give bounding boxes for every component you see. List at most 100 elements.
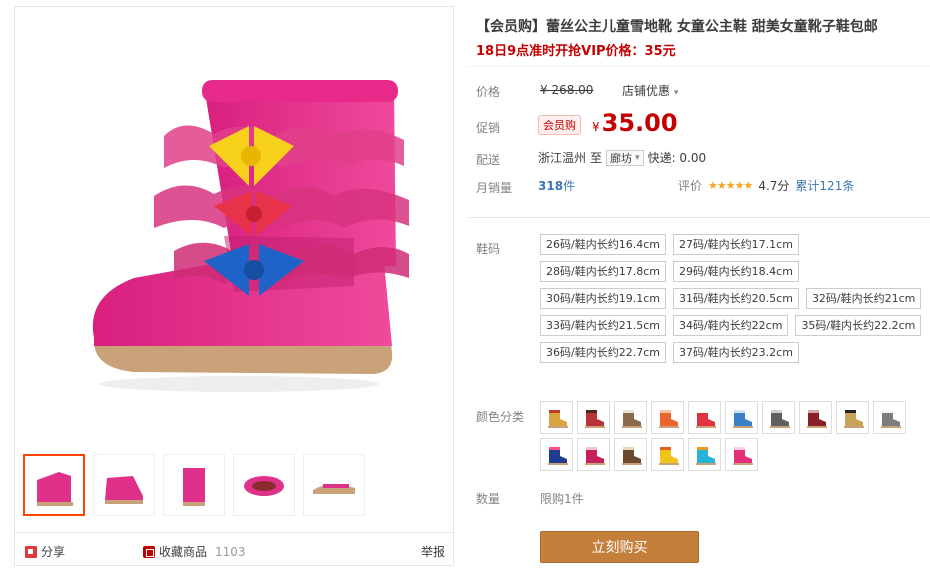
sales-label: 月销量 <box>476 181 513 195</box>
size-option[interactable]: 34码/鞋内长约22cm <box>672 315 789 336</box>
promo-label: 促销 <box>476 121 501 135</box>
buy-now-button[interactable]: 立刻购买 <box>540 531 699 563</box>
city-value: 廊坊 <box>610 151 633 165</box>
boot-swatch-icon <box>658 409 679 428</box>
size-option[interactable]: 27码/鞋内长约17.1cm <box>672 234 799 255</box>
promo-currency: ¥ <box>592 120 600 134</box>
boot-swatch-icon <box>695 446 716 465</box>
thumbnail-5[interactable] <box>303 454 365 516</box>
boot-swatch-icon <box>621 446 642 465</box>
thumbnail-1[interactable] <box>23 454 85 516</box>
main-product-image[interactable] <box>15 7 453 445</box>
product-subtitle: 18日9点准时开抢VIP价格：35元 <box>476 44 676 59</box>
color-label: 颜色分类 <box>476 410 525 424</box>
city-select[interactable]: 廊坊 ▾ <box>606 149 644 166</box>
color-swatch[interactable] <box>577 438 610 471</box>
boot-swatch-icon <box>880 409 901 428</box>
thumbnail-strip <box>23 454 365 516</box>
color-swatch[interactable] <box>651 438 684 471</box>
share-label: 分享 <box>41 545 66 559</box>
boot-swatch-icon <box>658 446 679 465</box>
chevron-down-icon: ▾ <box>673 88 679 98</box>
price-box: 价格 ¥ 268.00 店铺优惠 ▾ 促销 会员购 ¥35.00 配送 浙江温州… <box>468 66 930 218</box>
product-gallery: 分享 收藏商品 1103 举报 <box>14 6 454 566</box>
color-swatch[interactable] <box>873 401 906 434</box>
color-swatch[interactable] <box>688 401 721 434</box>
size-option[interactable]: 30码/鞋内长约19.1cm <box>540 288 666 309</box>
sales-number: 318 <box>538 179 564 193</box>
color-swatch[interactable] <box>614 438 647 471</box>
pink-boot-image <box>92 80 409 392</box>
boot-swatch-icon <box>584 409 605 428</box>
favorite-icon <box>143 545 155 558</box>
color-swatch[interactable] <box>725 401 758 434</box>
thumbnail-4[interactable] <box>233 454 295 516</box>
share-button[interactable]: 分享 <box>25 543 65 560</box>
product-title: 【会员购】蕾丝公主儿童雪地靴 女童公主鞋 甜美女童靴子鞋包邮 <box>476 19 878 35</box>
color-swatch[interactable] <box>836 401 869 434</box>
color-swatch[interactable] <box>577 401 610 434</box>
thumbnail-3[interactable] <box>163 454 225 516</box>
color-swatch[interactable] <box>725 438 758 471</box>
share-icon <box>25 545 37 558</box>
boot-swatch-icon <box>732 409 753 428</box>
boot-swatch-icon <box>584 446 605 465</box>
size-option[interactable]: 33码/鞋内长约21.5cm <box>540 315 666 336</box>
member-badge: 会员购 <box>538 115 581 135</box>
size-option[interactable]: 26码/鞋内长约16.4cm <box>540 234 666 255</box>
color-swatch[interactable] <box>799 401 832 434</box>
color-options <box>540 401 930 471</box>
size-option[interactable]: 31码/鞋内长约20.5cm <box>672 288 799 309</box>
report-label: 举报 <box>421 545 446 559</box>
shipping-label: 配送 <box>476 153 501 167</box>
boot-swatch-icon <box>769 409 790 428</box>
boot-swatch-icon <box>621 409 642 428</box>
size-option[interactable]: 36码/鞋内长约22.7cm <box>540 342 666 363</box>
size-option[interactable]: 32码/鞋内长约21cm <box>805 288 922 309</box>
boot-swatch-icon <box>547 409 568 428</box>
chevron-down-icon: ▾ <box>635 152 640 163</box>
boot-swatch-icon <box>547 446 568 465</box>
quantity-limit: 限购1件 <box>540 492 584 506</box>
boot-swatch-icon <box>843 409 864 428</box>
quantity-label: 数量 <box>476 492 501 506</box>
boot-thumb-icon <box>105 476 143 504</box>
promo-price-value: 35.00 <box>601 109 678 137</box>
sales-unit: 件 <box>563 179 576 193</box>
size-label: 鞋码 <box>476 242 501 256</box>
color-swatch[interactable] <box>762 401 795 434</box>
rating-stars-icon: ★★★★★ <box>708 179 753 192</box>
product-info-panel: 【会员购】蕾丝公主儿童雪地靴 女童公主鞋 甜美女童靴子鞋包邮 18日9点准时开抢… <box>468 0 930 571</box>
size-option[interactable]: 29码/鞋内长约18.4cm <box>672 261 799 282</box>
color-swatch[interactable] <box>540 438 573 471</box>
thumbnail-2[interactable] <box>93 454 155 516</box>
rating-info: 评价 ★★★★★ 4.7分 累计121条 <box>678 177 854 194</box>
boot-swatch-icon <box>695 409 716 428</box>
report-link[interactable]: 举报 <box>421 543 445 560</box>
favorite-count: 1103 <box>215 544 246 559</box>
sales-count: 318件 <box>538 177 575 194</box>
express-fee: 快递: 0.00 <box>647 151 707 165</box>
share-bar: 分享 收藏商品 1103 举报 <box>15 532 453 566</box>
favorite-button[interactable]: 收藏商品 1103 <box>143 543 246 560</box>
ship-to-word: 至 <box>590 151 603 165</box>
color-swatch[interactable] <box>614 401 647 434</box>
color-swatch[interactable] <box>688 438 721 471</box>
boot-thumb-icon <box>183 468 205 506</box>
boot-swatch-icon <box>732 446 753 465</box>
original-price: ¥ 268.00 <box>540 83 594 97</box>
price-label: 价格 <box>476 85 501 99</box>
boot-thumb-icon <box>313 484 355 494</box>
boot-thumb-icon <box>244 476 284 496</box>
color-swatch[interactable] <box>651 401 684 434</box>
shop-discount-dropdown[interactable]: 店铺优惠 ▾ <box>622 82 678 99</box>
color-swatch[interactable] <box>540 401 573 434</box>
size-option[interactable]: 37码/鞋内长约23.2cm <box>672 342 799 363</box>
size-option[interactable]: 28码/鞋内长约17.8cm <box>540 261 666 282</box>
ship-from: 浙江温州 <box>538 151 587 165</box>
size-option[interactable]: 35码/鞋内长约22.2cm <box>795 315 922 336</box>
shop-discount-label: 店铺优惠 <box>622 84 671 98</box>
boot-swatch-icon <box>806 409 827 428</box>
reviews-link[interactable]: 累计121条 <box>795 177 854 194</box>
size-options: 26码/鞋内长约16.4cm 27码/鞋内长约17.1cm 28码/鞋内长约17.8… <box>540 234 930 363</box>
